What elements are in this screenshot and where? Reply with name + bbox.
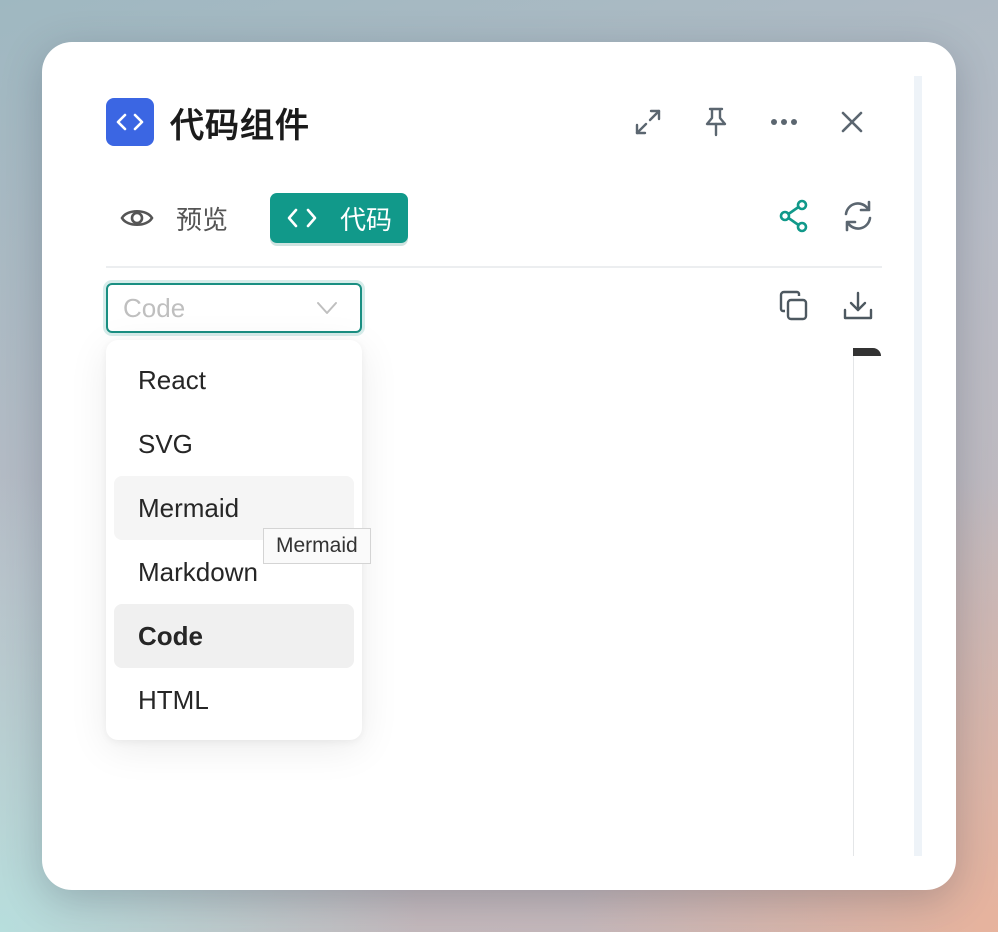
language-select-placeholder: Code [123,292,186,323]
pin-icon[interactable] [696,102,736,142]
chevron-down-icon [317,302,337,314]
toolbar-divider [106,266,882,268]
language-select[interactable]: Code [106,283,362,333]
copy-icon[interactable] [774,286,814,326]
code-brackets-icon [287,208,317,228]
window-header: 代码组件 [106,98,310,146]
download-icon[interactable] [838,286,878,326]
view-tabs: 预览 代码 [106,192,409,244]
option-svg[interactable]: SVG [114,412,354,476]
tab-code-label: 代码 [340,205,393,236]
scrollbar-thumb[interactable] [853,348,881,356]
share-icon[interactable] [774,196,814,236]
code-brackets-icon [106,98,154,146]
expand-icon[interactable] [628,102,668,142]
option-react[interactable]: React [114,348,354,412]
option-html[interactable]: HTML [114,668,354,732]
close-icon[interactable] [832,102,872,142]
option-tooltip: Mermaid [263,528,371,564]
window-title: 代码组件 [170,105,310,146]
more-icon[interactable] [764,102,804,142]
tab-preview-label: 预览 [176,205,229,236]
option-code[interactable]: Code [114,604,354,668]
side-strip [914,76,922,856]
tab-code[interactable]: 代码 [270,193,409,243]
code-area-scrollbar[interactable] [853,348,883,856]
eye-icon [120,209,154,227]
tab-preview[interactable]: 预览 [106,193,242,243]
refresh-icon[interactable] [838,196,878,236]
